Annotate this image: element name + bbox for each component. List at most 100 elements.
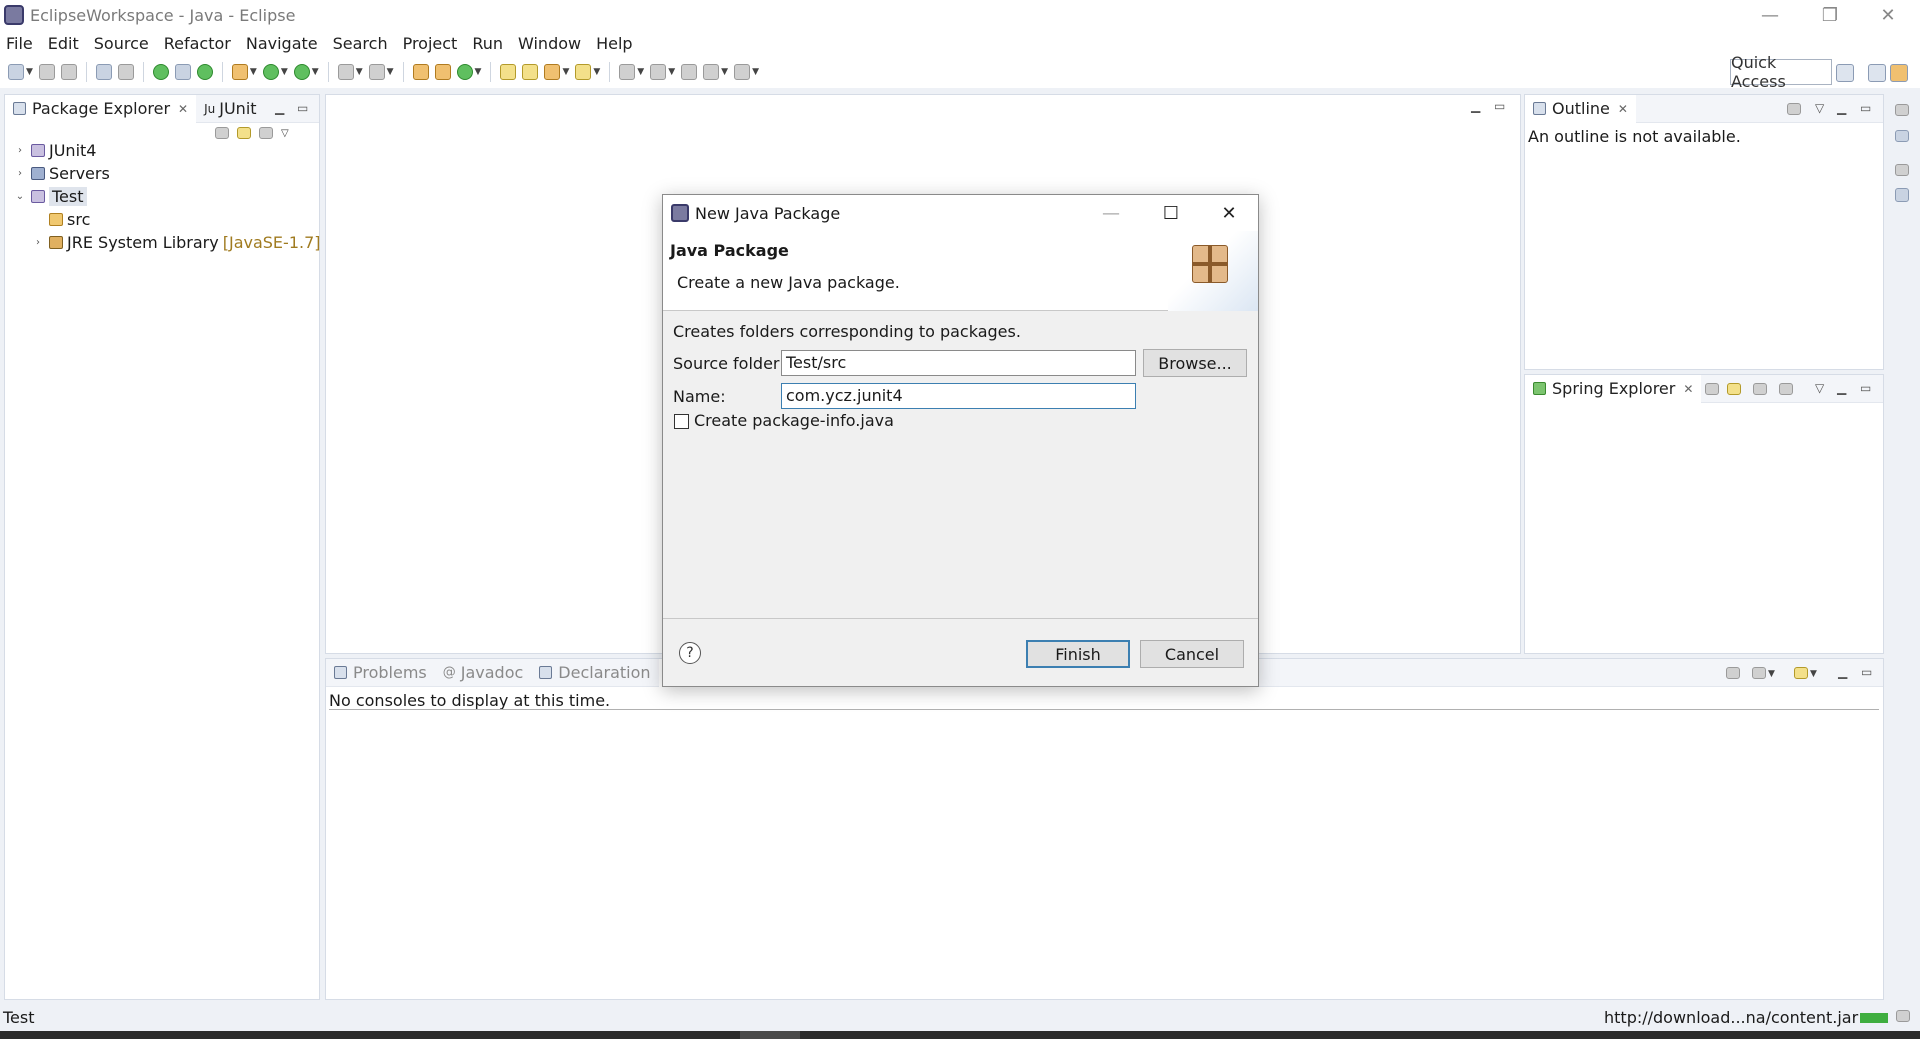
- tab-declaration[interactable]: Declaration: [531, 659, 658, 687]
- tab-javadoc[interactable]: @ Javadoc: [435, 659, 532, 687]
- expand-icon[interactable]: ›: [31, 237, 45, 248]
- debug-dropdown-icon[interactable]: ▼: [250, 67, 257, 77]
- forward-icon[interactable]: [734, 64, 751, 80]
- tab-spring-explorer[interactable]: Spring Explorer ✕: [1525, 374, 1702, 403]
- coverage-icon[interactable]: [293, 64, 310, 80]
- package-name-input[interactable]: com.ycz.junit4: [781, 383, 1136, 409]
- progress-view-icon[interactable]: [1896, 1010, 1910, 1022]
- open-task-icon[interactable]: [522, 64, 539, 80]
- tree-item-servers[interactable]: › Servers: [13, 162, 321, 185]
- dialog-minimize-button[interactable]: —: [1091, 195, 1131, 231]
- search-icon[interactable]: [544, 64, 561, 80]
- tree-item-junit4[interactable]: › JUnit4: [13, 139, 321, 162]
- minimize-view-icon[interactable]: ▁: [1837, 381, 1846, 395]
- forward-dropdown-icon[interactable]: ▼: [752, 67, 759, 77]
- back-dropdown-icon[interactable]: ▼: [721, 67, 728, 77]
- run-icon[interactable]: [262, 64, 279, 80]
- tab-junit[interactable]: Ju JUnit: [196, 95, 264, 123]
- new-java-project-icon[interactable]: [412, 64, 429, 80]
- tab-package-explorer[interactable]: Package Explorer ✕: [5, 94, 197, 123]
- open-console-dropdown-icon[interactable]: ▼: [1810, 669, 1817, 679]
- expand-icon[interactable]: ›: [13, 168, 27, 179]
- restore-window-button[interactable]: ❐: [1800, 0, 1860, 30]
- dialog-maximize-button[interactable]: ☐: [1151, 195, 1191, 231]
- link-with-editor-icon[interactable]: [237, 127, 251, 139]
- restore-icon[interactable]: [1895, 164, 1909, 176]
- cancel-button[interactable]: Cancel: [1140, 640, 1244, 668]
- menu-search[interactable]: Search: [333, 34, 388, 53]
- minimize-window-button[interactable]: —: [1740, 0, 1800, 30]
- minimize-editor-icon[interactable]: ▁: [1471, 99, 1480, 113]
- previous-annotation-icon[interactable]: [650, 64, 667, 80]
- sort-icon[interactable]: [1779, 383, 1793, 395]
- view-menu-icon[interactable]: ▽: [1815, 381, 1824, 395]
- menu-refactor[interactable]: Refactor: [164, 34, 231, 53]
- tree-item-test[interactable]: ⌄ Test: [13, 185, 321, 208]
- server-dropdown-icon[interactable]: ▼: [356, 67, 363, 77]
- back-icon[interactable]: [703, 64, 720, 80]
- close-tab-icon[interactable]: ✕: [1618, 102, 1628, 116]
- display-console-dropdown-icon[interactable]: ▼: [1768, 669, 1775, 679]
- tree-item-jre-system-library[interactable]: › JRE System Library [JavaSE-1.7]: [13, 231, 321, 254]
- coverage-dropdown-icon[interactable]: ▼: [312, 67, 319, 77]
- close-tab-icon[interactable]: ✕: [178, 102, 188, 116]
- search-dropdown-icon[interactable]: ▼: [562, 67, 569, 77]
- collapse-all-icon[interactable]: [215, 127, 229, 139]
- restore-icon[interactable]: [1895, 104, 1909, 116]
- create-package-info-checkbox[interactable]: [674, 414, 689, 429]
- new-icon[interactable]: [8, 64, 24, 80]
- last-edit-icon[interactable]: [681, 64, 698, 80]
- maximize-editor-icon[interactable]: ▭: [1494, 99, 1505, 113]
- previous-annotation-dropdown-icon[interactable]: ▼: [668, 67, 675, 77]
- open-perspective-icon[interactable]: [1836, 64, 1854, 82]
- minimize-view-icon[interactable]: ▁: [1837, 101, 1846, 115]
- collapse-all-icon[interactable]: [1705, 383, 1719, 395]
- tab-problems[interactable]: Problems: [326, 659, 435, 687]
- finish-button[interactable]: Finish: [1026, 640, 1130, 668]
- close-tab-icon[interactable]: ✕: [1683, 382, 1693, 396]
- open-console-icon[interactable]: [1794, 667, 1808, 679]
- menu-source[interactable]: Source: [94, 34, 149, 53]
- menu-window[interactable]: Window: [518, 34, 581, 53]
- menu-project[interactable]: Project: [403, 34, 458, 53]
- menu-navigate[interactable]: Navigate: [246, 34, 318, 53]
- browse-button[interactable]: Browse...: [1143, 349, 1247, 377]
- help-icon[interactable]: ?: [679, 642, 701, 664]
- menu-help[interactable]: Help: [596, 34, 632, 53]
- tab-outline[interactable]: Outline ✕: [1525, 94, 1636, 123]
- view-menu-icon[interactable]: ▽: [281, 128, 289, 139]
- tree-item-src[interactable]: src: [13, 208, 321, 231]
- document-icon[interactable]: [1895, 188, 1909, 202]
- deploy-icon[interactable]: [368, 64, 385, 80]
- new-dropdown-icon[interactable]: ▼: [26, 67, 33, 77]
- save-icon[interactable]: [38, 64, 55, 80]
- maximize-view-icon[interactable]: ▭: [1860, 101, 1871, 115]
- view-menu-icon[interactable]: ▽: [1815, 101, 1824, 115]
- expand-icon[interactable]: ›: [13, 145, 27, 156]
- menu-run[interactable]: Run: [472, 34, 503, 53]
- minimize-view-icon[interactable]: ▁: [1838, 665, 1847, 679]
- skip-breakpoints-icon[interactable]: [117, 64, 134, 80]
- focus-task-icon[interactable]: [259, 127, 273, 139]
- spring-icon[interactable]: [152, 64, 169, 80]
- open-folder-icon[interactable]: [575, 64, 592, 80]
- close-window-button[interactable]: ✕: [1858, 0, 1918, 30]
- open-type-icon[interactable]: [500, 64, 517, 80]
- pin-console-icon[interactable]: [1726, 667, 1740, 679]
- save-all-icon[interactable]: [60, 64, 77, 80]
- dialog-close-button[interactable]: ✕: [1209, 195, 1249, 231]
- stop-server-icon[interactable]: [337, 64, 354, 80]
- display-console-icon[interactable]: [1752, 667, 1766, 679]
- debug-icon[interactable]: [231, 64, 248, 80]
- next-annotation-dropdown-icon[interactable]: ▼: [637, 67, 644, 77]
- link-with-editor-icon[interactable]: [1727, 383, 1741, 395]
- focus-task-icon[interactable]: [1787, 103, 1801, 115]
- menu-edit[interactable]: Edit: [48, 34, 79, 53]
- source-folder-input[interactable]: Test/src: [781, 350, 1136, 376]
- terminal-icon[interactable]: [95, 64, 112, 80]
- quick-access-field[interactable]: Quick Access: [1730, 53, 1832, 91]
- menu-file[interactable]: File: [6, 34, 33, 53]
- toggle-mark-icon[interactable]: [174, 64, 191, 80]
- maximize-view-icon[interactable]: ▭: [1861, 665, 1872, 679]
- java-perspective-icon[interactable]: [1890, 64, 1908, 82]
